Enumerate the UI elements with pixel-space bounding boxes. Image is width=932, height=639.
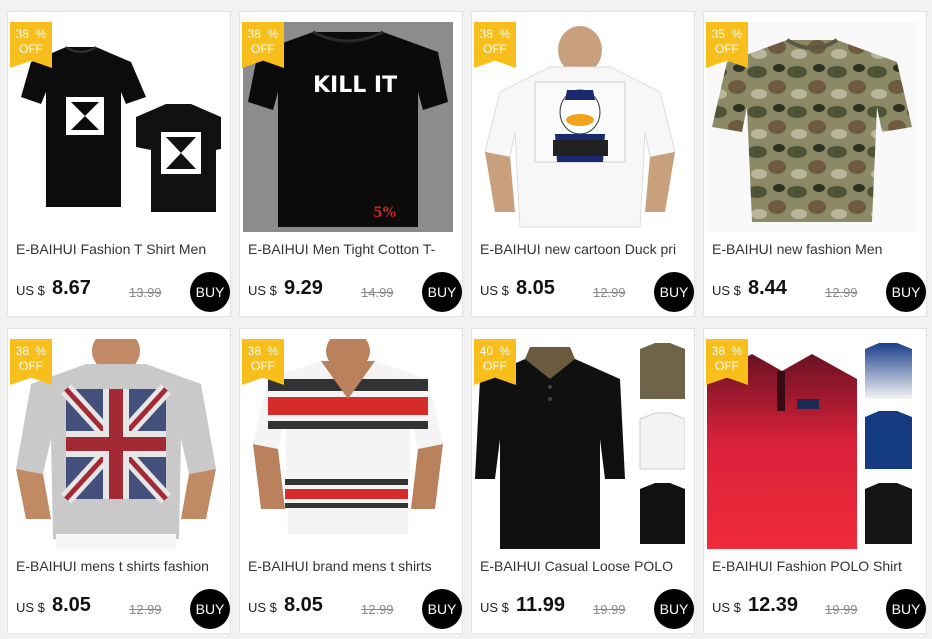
currency-label: US $: [480, 600, 509, 615]
price-row: US $ 11.99 19.99 BUY: [480, 589, 694, 629]
product-card[interactable]: 40 % OFF E-BAIHUI Casual Loose POLO US $ …: [471, 328, 695, 634]
original-price: 14.99: [361, 285, 394, 300]
original-price: 12.99: [361, 602, 394, 617]
product-card[interactable]: 38 % OFF E-BAIHUI mens t shirts fashion U…: [7, 328, 231, 634]
buy-button[interactable]: BUY: [190, 589, 230, 629]
sale-price: 8.05: [52, 594, 91, 616]
price-row: US $ 8.67 13.99 BUY: [16, 272, 230, 312]
buy-button[interactable]: BUY: [422, 589, 462, 629]
price-row: US $ 9.29 14.99 BUY: [248, 272, 462, 312]
currency-label: US $: [480, 283, 509, 298]
price-row: US $ 8.05 12.99 BUY: [16, 589, 230, 629]
product-grid: 38 % OFF E-BAIHUI Fashion T Shirt Men US …: [0, 0, 932, 639]
print-small-text: 5%: [373, 205, 396, 221]
buy-button[interactable]: BUY: [886, 589, 926, 629]
currency-label: US $: [16, 600, 45, 615]
price-row: US $ 8.44 12.99 BUY: [712, 272, 926, 312]
product-card[interactable]: KILL IT 5% 38 % OFF E-BAIHUI Men Tight Co…: [239, 11, 463, 317]
original-price: 19.99: [825, 602, 858, 617]
buy-button[interactable]: BUY: [422, 272, 462, 312]
buy-button[interactable]: BUY: [654, 272, 694, 312]
currency-label: US $: [248, 600, 277, 615]
sale-price: 8.05: [284, 594, 323, 616]
sale-price: 8.67: [52, 277, 91, 299]
product-title[interactable]: E-BAIHUI Men Tight Cotton T-: [248, 241, 444, 257]
original-price: 13.99: [129, 285, 162, 300]
currency-label: US $: [712, 283, 741, 298]
product-title[interactable]: E-BAIHUI Casual Loose POLO: [480, 558, 676, 574]
buy-button[interactable]: BUY: [190, 272, 230, 312]
currency-label: US $: [248, 283, 277, 298]
product-title[interactable]: E-BAIHUI mens t shirts fashion: [16, 558, 212, 574]
product-card[interactable]: 38 % OFF E-BAIHUI Fashion POLO Shirt US $…: [703, 328, 927, 634]
original-price: 19.99: [593, 602, 626, 617]
product-card[interactable]: 38 % OFF E-BAIHUI brand mens t shirts US …: [239, 328, 463, 634]
price-row: US $ 8.05 12.99 BUY: [480, 272, 694, 312]
buy-button[interactable]: BUY: [654, 589, 694, 629]
price-row: US $ 8.05 12.99 BUY: [248, 589, 462, 629]
product-title[interactable]: E-BAIHUI Fashion T Shirt Men: [16, 241, 212, 257]
product-title[interactable]: E-BAIHUI new cartoon Duck print: [480, 241, 676, 257]
buy-button[interactable]: BUY: [886, 272, 926, 312]
product-card[interactable]: 38 % OFF E-BAIHUI Fashion T Shirt Men US …: [7, 11, 231, 317]
print-text: KILL IT: [313, 73, 397, 98]
product-title[interactable]: E-BAIHUI Fashion POLO Shirt: [712, 558, 908, 574]
sale-price: 12.39: [748, 594, 799, 616]
original-price: 12.99: [825, 285, 858, 300]
original-price: 12.99: [129, 602, 162, 617]
product-title[interactable]: E-BAIHUI new fashion Men: [712, 241, 908, 257]
product-card[interactable]: 35 % OFF E-BAIHUI new fashion Men US $ 8.…: [703, 11, 927, 317]
product-title[interactable]: E-BAIHUI brand mens t shirts: [248, 558, 444, 574]
sale-price: 11.99: [516, 594, 565, 616]
sale-price: 8.05: [516, 277, 555, 299]
sale-price: 8.44: [748, 277, 787, 299]
currency-label: US $: [16, 283, 45, 298]
sale-price: 9.29: [284, 277, 323, 299]
product-card[interactable]: 38 % OFF E-BAIHUI new cartoon Duck print …: [471, 11, 695, 317]
currency-label: US $: [712, 600, 741, 615]
price-row: US $ 12.39 19.99 BUY: [712, 589, 926, 629]
original-price: 12.99: [593, 285, 626, 300]
